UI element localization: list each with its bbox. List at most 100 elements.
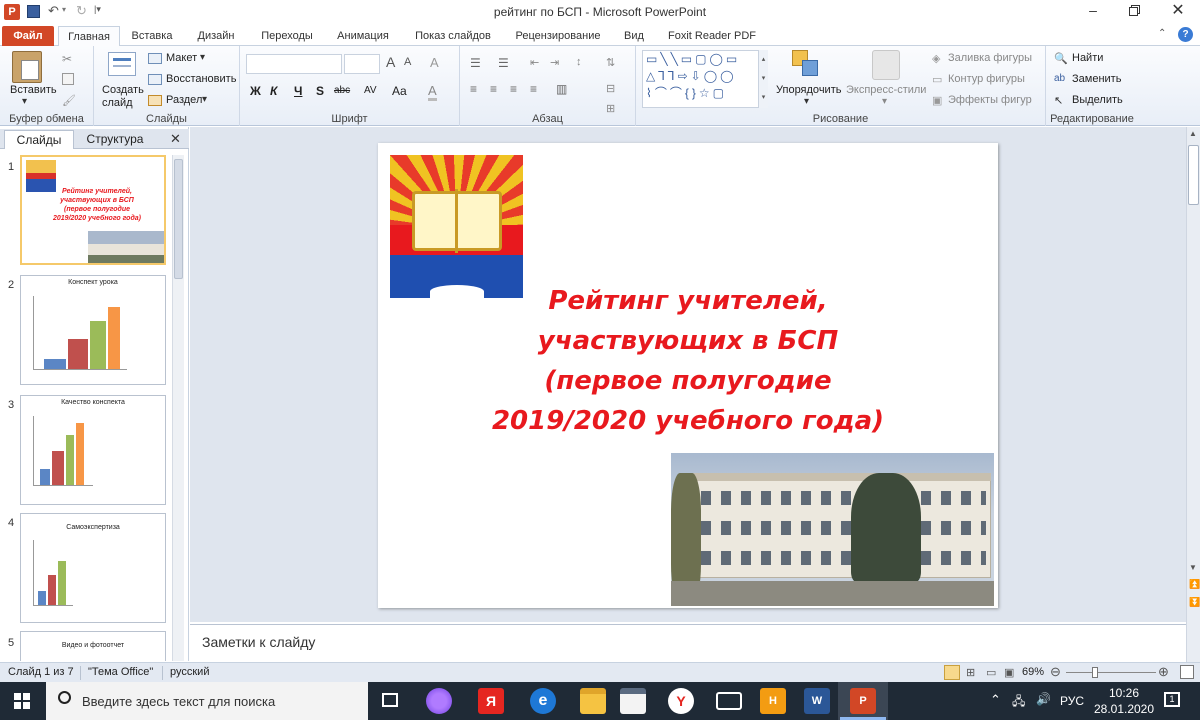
notifications-icon[interactable]: 1 bbox=[1164, 692, 1180, 707]
slide-thumbnail-4[interactable]: Самоэкспертиза bbox=[20, 513, 166, 623]
shapes-gallery[interactable]: ▭╲╲▭▢◯▭ △⅂⅂⇨⇩◯◯ ⌇⌒⌒{}☆▢ bbox=[642, 50, 768, 108]
search-box[interactable]: Введите здесь текст для поиска bbox=[46, 682, 368, 720]
network-icon[interactable]: 🖧 bbox=[1012, 692, 1025, 713]
volume-icon[interactable]: 🔊 bbox=[1036, 692, 1051, 706]
indent-decrease-icon[interactable]: ⇤ bbox=[530, 56, 539, 69]
tab-design[interactable]: Дизайн bbox=[188, 26, 244, 46]
new-slide-button[interactable]: Создать слайд bbox=[102, 84, 146, 110]
tab-foxit[interactable]: Foxit Reader PDF bbox=[662, 26, 762, 46]
underline-button[interactable]: Ч bbox=[294, 84, 302, 98]
zoom-out-icon[interactable]: ⊖ bbox=[1050, 664, 1061, 680]
close-button[interactable]: ✕ bbox=[1160, 0, 1196, 22]
tab-outline[interactable]: Структура bbox=[80, 132, 150, 146]
notes-pane[interactable]: Заметки к слайду bbox=[190, 624, 1186, 662]
yandex-browser-icon[interactable]: Я bbox=[478, 688, 504, 714]
replace-button[interactable]: Заменить bbox=[1072, 73, 1121, 85]
align-right-icon[interactable]: ≡ bbox=[510, 82, 517, 96]
app-h-icon[interactable]: H bbox=[760, 688, 786, 714]
bold-button[interactable]: Ж bbox=[250, 84, 261, 98]
line-spacing-icon[interactable]: ↕ bbox=[576, 56, 582, 68]
arrange-icon[interactable] bbox=[792, 50, 822, 80]
zoom-slider[interactable] bbox=[1066, 667, 1156, 678]
scroll-thumb[interactable] bbox=[1188, 145, 1199, 205]
find-button[interactable]: Найти bbox=[1072, 52, 1103, 64]
powerpoint-icon[interactable]: P bbox=[850, 688, 876, 714]
minimize-button[interactable]: – bbox=[1078, 2, 1108, 22]
alice-icon[interactable] bbox=[426, 688, 452, 714]
quick-styles-icon[interactable] bbox=[872, 50, 900, 80]
zoom-level[interactable]: 69% bbox=[1022, 666, 1044, 678]
shadow-button[interactable]: S bbox=[316, 84, 324, 98]
emblem-image[interactable] bbox=[390, 155, 523, 298]
store-icon[interactable] bbox=[620, 688, 646, 714]
text-direction-icon[interactable]: ⇅ bbox=[606, 56, 615, 69]
align-text-icon[interactable]: ⊟ bbox=[606, 82, 615, 95]
select-button[interactable]: Выделить bbox=[1072, 94, 1123, 106]
justify-icon[interactable]: ≡ bbox=[530, 82, 537, 96]
slide-title[interactable]: Рейтинг учителей, участвующих в БСП (пер… bbox=[470, 281, 906, 441]
vertical-scrollbar[interactable]: ▲ ▼ ⏫ ⏬ bbox=[1186, 127, 1200, 662]
font-family-select[interactable] bbox=[246, 54, 342, 74]
paste-button[interactable]: Вставить bbox=[10, 84, 57, 96]
tab-transitions[interactable]: Переходы bbox=[254, 26, 320, 46]
font-size-select[interactable] bbox=[344, 54, 380, 74]
format-painter-icon[interactable]: 🖌 bbox=[62, 94, 76, 107]
columns-icon[interactable]: ▥ bbox=[556, 82, 567, 96]
restore-button[interactable] bbox=[1118, 2, 1148, 22]
yandex-icon[interactable]: Y bbox=[668, 688, 694, 714]
bullets-icon[interactable]: ☰ bbox=[470, 56, 481, 70]
italic-button[interactable]: К bbox=[270, 84, 277, 98]
align-center-icon[interactable]: ≡ bbox=[490, 82, 497, 96]
numbering-icon[interactable]: ☰ bbox=[498, 56, 509, 70]
layout-button[interactable]: Макет bbox=[166, 52, 197, 64]
scroll-down-icon[interactable]: ▼ bbox=[1189, 563, 1197, 572]
spacing-button[interactable]: AV bbox=[364, 85, 377, 96]
task-view-icon[interactable] bbox=[382, 693, 398, 707]
paste-icon[interactable] bbox=[12, 51, 42, 83]
shape-outline-button[interactable]: Контур фигуры bbox=[948, 73, 1025, 85]
zoom-in-icon[interactable]: ⊕ bbox=[1158, 664, 1169, 680]
align-left-icon[interactable]: ≡ bbox=[470, 82, 477, 96]
close-pane-icon[interactable]: ✕ bbox=[170, 131, 181, 147]
slideshow-icon[interactable]: ▣ bbox=[1004, 666, 1014, 679]
slide-thumbnail-5[interactable]: Видео и фотоотчет bbox=[20, 631, 166, 661]
tab-file[interactable]: Файл bbox=[2, 26, 54, 46]
slide-thumbnail-2[interactable]: Конспект урока bbox=[20, 275, 166, 385]
prev-slide-icon[interactable]: ⏫ bbox=[1189, 579, 1200, 590]
pane-scrollbar[interactable] bbox=[172, 155, 184, 661]
tab-slideshow[interactable]: Показ слайдов bbox=[406, 26, 500, 46]
new-slide-icon[interactable] bbox=[108, 52, 136, 76]
case-button[interactable]: Aa bbox=[392, 84, 407, 98]
section-button[interactable]: Раздел bbox=[166, 94, 202, 106]
font-color-button[interactable]: A bbox=[428, 83, 437, 101]
theme-name[interactable]: "Тема Office" bbox=[88, 666, 153, 678]
tray-chevron-icon[interactable]: ⌃ bbox=[990, 692, 1001, 708]
school-building-photo[interactable] bbox=[671, 453, 994, 606]
edge-icon[interactable]: e bbox=[530, 688, 556, 714]
clock-date[interactable]: 28.01.2020 bbox=[1092, 702, 1156, 716]
tab-insert[interactable]: Вставка bbox=[124, 26, 180, 46]
file-explorer-icon[interactable] bbox=[580, 688, 606, 714]
clock-time[interactable]: 10:26 bbox=[1104, 686, 1144, 700]
normal-view-icon[interactable] bbox=[944, 665, 960, 680]
slide-sorter-icon[interactable]: ⊞ bbox=[966, 666, 975, 679]
slide-thumbnail-1[interactable]: Рейтинг учителей, участвующих в БСП (пер… bbox=[20, 155, 166, 265]
arrange-button[interactable]: Упорядочить bbox=[776, 84, 841, 96]
tab-animation[interactable]: Анимация bbox=[330, 26, 396, 46]
tab-review[interactable]: Рецензирование bbox=[508, 26, 608, 46]
slide-thumbnail-3[interactable]: Качество конспекта bbox=[20, 395, 166, 505]
shrink-font-button[interactable]: A bbox=[404, 56, 411, 68]
slide-canvas[interactable]: Рейтинг учителей, участвующих в БСП (пер… bbox=[378, 143, 998, 608]
gallery-scroll[interactable]: ▴ ▾ ▾ bbox=[758, 50, 768, 108]
word-icon[interactable]: W bbox=[804, 688, 830, 714]
reset-button[interactable]: Восстановить bbox=[166, 73, 236, 85]
windows-start-icon[interactable] bbox=[14, 693, 30, 709]
quick-styles-button[interactable]: Экспресс-стили bbox=[846, 84, 926, 96]
tab-slides[interactable]: Слайды bbox=[4, 130, 74, 149]
shape-fill-button[interactable]: Заливка фигуры bbox=[948, 52, 1032, 64]
help-icon[interactable]: ? bbox=[1178, 27, 1193, 42]
input-language[interactable]: РУС bbox=[1060, 694, 1084, 708]
strike-button[interactable]: abc bbox=[334, 85, 350, 96]
scroll-up-icon[interactable]: ▲ bbox=[1189, 129, 1197, 138]
indent-increase-icon[interactable]: ⇥ bbox=[550, 56, 559, 69]
